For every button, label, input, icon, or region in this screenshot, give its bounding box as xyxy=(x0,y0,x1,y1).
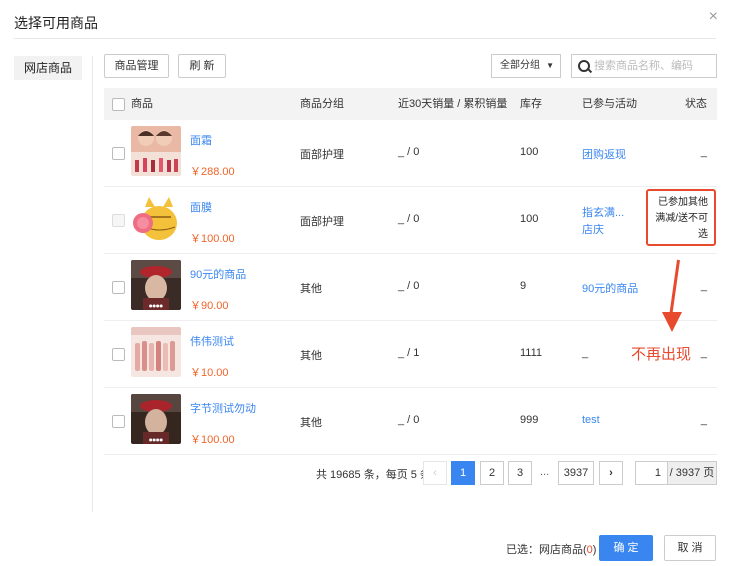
activity-link[interactable]: 店庆 xyxy=(582,221,604,237)
product-name-link[interactable]: 字节测试勿动 xyxy=(190,400,256,416)
manage-products-button[interactable]: 商品管理 xyxy=(104,54,169,78)
product-thumbnail: ●●●● xyxy=(131,394,181,444)
product-price: ￥100.00 xyxy=(190,434,235,446)
product-status: _ xyxy=(700,280,707,292)
product-group: 面部护理 xyxy=(300,216,344,228)
activity-link[interactable]: 90元的商品 xyxy=(582,280,638,296)
close-icon[interactable]: × xyxy=(709,8,718,26)
product-status: _ xyxy=(700,414,707,426)
header-status: 状态 xyxy=(685,98,707,110)
product-stock: 9 xyxy=(520,280,527,292)
product-group: 其他 xyxy=(300,283,322,295)
header-stock: 库存 xyxy=(520,98,542,110)
selected-prefix: 已选：网店商品( xyxy=(506,544,587,556)
table-header: 商品 商品分组 近30天销量 / 累积销量 库存 已参与活动 状态 xyxy=(104,88,717,120)
row-checkbox-disabled xyxy=(112,214,125,227)
svg-text:●●●●: ●●●● xyxy=(149,437,163,442)
selected-summary: 已选：网店商品(0) xyxy=(506,541,596,557)
tooltip-line: 已参加其他 xyxy=(658,197,708,208)
product-group: 其他 xyxy=(300,350,322,362)
svg-text:●●●●: ●●●● xyxy=(149,303,163,308)
row-checkbox[interactable] xyxy=(112,147,125,160)
header-divider xyxy=(14,38,716,39)
table-row: 伟伟测试 ￥10.00 其他 _ / 1 1111 _ _ xyxy=(104,321,717,388)
page-button-2[interactable]: 2 xyxy=(480,461,504,485)
product-group: 面部护理 xyxy=(300,149,344,161)
product-stock: 1111 xyxy=(520,347,543,359)
product-price: ￥100.00 xyxy=(190,233,235,245)
product-thumbnail xyxy=(131,126,181,176)
product-thumbnail xyxy=(131,327,181,377)
status-tooltip: 已参加其他 满减/送不可 选 xyxy=(646,189,716,246)
product-group: 其他 xyxy=(300,417,322,429)
product-sales: _ / 0 xyxy=(398,280,420,292)
product-stock: 100 xyxy=(520,213,539,225)
product-sales: _ / 1 xyxy=(398,347,420,359)
annotation-note: 不再出现 xyxy=(631,346,692,363)
table-row: 面霜 ￥288.00 面部护理 _ / 0 100 团购返现 _ xyxy=(104,120,717,187)
confirm-button[interactable]: 确 定 xyxy=(599,535,653,561)
product-sales: _ / 0 xyxy=(398,213,420,225)
row-checkbox[interactable] xyxy=(112,415,125,428)
product-name-link[interactable]: 伟伟测试 xyxy=(190,333,234,349)
cancel-button[interactable]: 取 消 xyxy=(664,535,716,561)
header-activity: 已参与活动 xyxy=(582,98,637,110)
activity-link[interactable]: test xyxy=(582,414,600,426)
page-button-3[interactable]: 3 xyxy=(508,461,532,485)
next-page-button[interactable]: › xyxy=(599,461,623,485)
activity-link[interactable]: 指玄满... xyxy=(582,204,624,220)
product-sales: _ / 0 xyxy=(398,414,420,426)
activity-empty: _ xyxy=(582,347,589,359)
product-price: ￥90.00 xyxy=(190,300,229,312)
product-name-link[interactable]: 面膜 xyxy=(190,199,212,215)
group-select-value: 全部分组 xyxy=(500,60,540,71)
selected-suffix: ) xyxy=(592,544,597,556)
table-row: ●●●● 字节测试勿动 ￥100.00 其他 _ / 0 999 test _ xyxy=(104,388,717,455)
product-thumbnail: ●●●● xyxy=(131,260,181,310)
header-product: 商品 xyxy=(131,98,153,110)
side-divider xyxy=(92,56,93,512)
product-thumbnail xyxy=(131,193,181,243)
product-stock: 999 xyxy=(520,414,539,426)
product-name-link[interactable]: 90元的商品 xyxy=(190,266,246,282)
last-page-button[interactable]: 3937 xyxy=(558,461,594,485)
pagination-summary: 共 19685 条，每页 5 条 xyxy=(316,469,431,481)
prev-page-button[interactable]: ‹ xyxy=(423,461,447,485)
refresh-button[interactable]: 刷 新 xyxy=(178,54,226,78)
header-sales: 近30天销量 / 累积销量 xyxy=(398,98,508,110)
product-status: _ xyxy=(700,347,707,359)
search-placeholder: 搜索商品名称、编码 xyxy=(594,60,693,72)
search-input[interactable]: 搜索商品名称、编码 xyxy=(571,54,717,78)
product-name-link[interactable]: 面霜 xyxy=(190,132,212,148)
total-pages-label: / 3937 页 xyxy=(668,461,717,485)
tooltip-line: 选 xyxy=(698,229,708,240)
product-stock: 100 xyxy=(520,146,539,158)
pagination-ellipsis: ... xyxy=(540,466,550,478)
dialog-title: 选择可用商品 xyxy=(14,15,98,31)
product-price: ￥10.00 xyxy=(190,367,229,379)
group-select[interactable]: 全部分组 ▼ xyxy=(491,54,561,78)
activity-link[interactable]: 团购返现 xyxy=(582,146,626,162)
table-row: 面膜 ￥100.00 面部护理 _ / 0 100 指玄满... 店庆 xyxy=(104,187,717,254)
arrow-down-icon xyxy=(662,312,682,332)
side-tab-shop-products[interactable]: 网店商品 xyxy=(14,56,82,80)
row-checkbox[interactable] xyxy=(112,348,125,361)
table-row: ●●●● 90元的商品 ￥90.00 其他 _ / 0 9 90元的商品 _ xyxy=(104,254,717,321)
product-status: _ xyxy=(700,146,707,158)
caret-down-icon: ▼ xyxy=(546,61,554,70)
tooltip-line: 满减/送不可 xyxy=(655,213,708,224)
select-all-checkbox[interactable] xyxy=(112,98,125,111)
header-group: 商品分组 xyxy=(300,98,344,110)
product-table: 商品 商品分组 近30天销量 / 累积销量 库存 已参与活动 状态 面霜 ￥28… xyxy=(104,88,717,455)
page-button-1[interactable]: 1 xyxy=(451,461,475,485)
product-price: ￥288.00 xyxy=(190,166,235,178)
row-checkbox[interactable] xyxy=(112,281,125,294)
search-icon xyxy=(578,60,590,72)
page-jump-input[interactable]: 1 xyxy=(635,461,668,485)
product-sales: _ / 0 xyxy=(398,146,420,158)
